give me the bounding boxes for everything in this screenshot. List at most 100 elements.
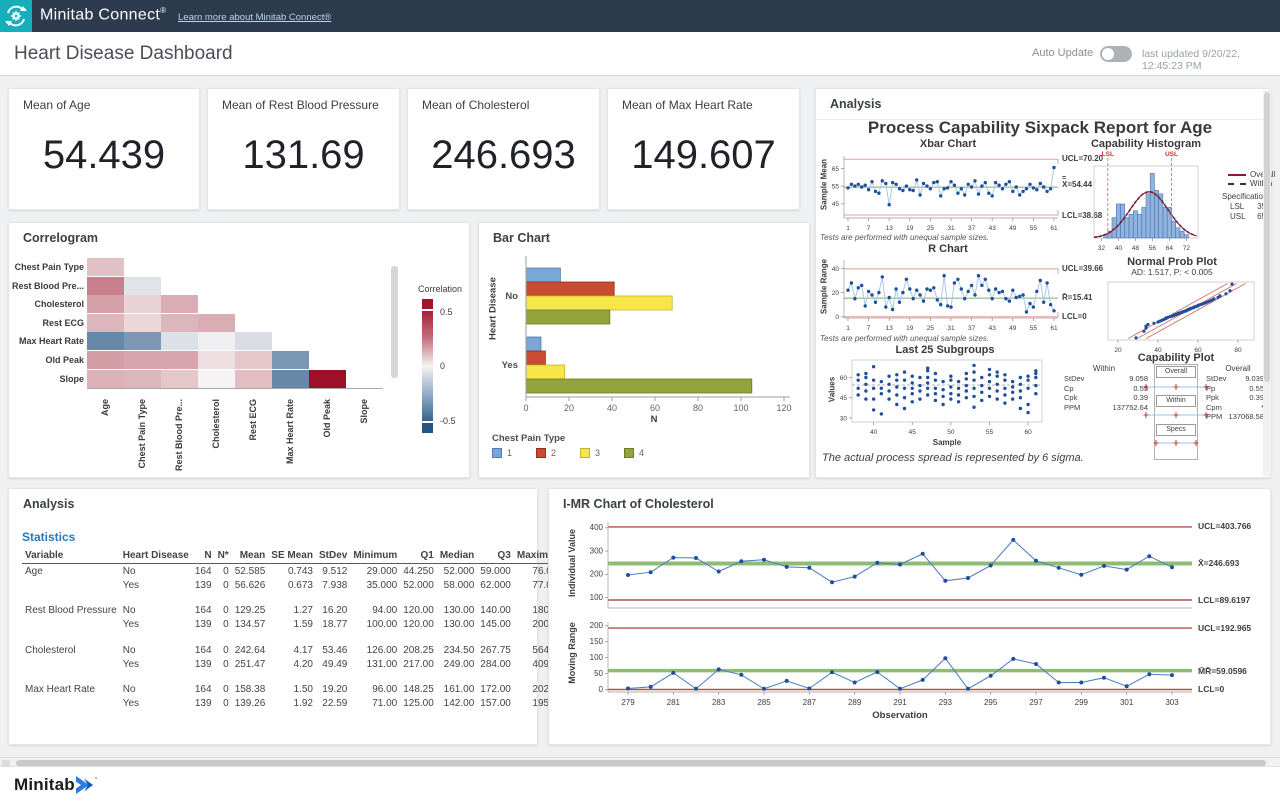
column-header: StDev	[316, 548, 350, 564]
svg-text:7: 7	[867, 325, 871, 332]
correlogram-scrollbar-thumb[interactable]	[391, 266, 398, 378]
last25-chart: 3045604045505560	[824, 354, 1062, 446]
kpi-card-cholesterol: Mean of Cholesterol 246.693	[407, 88, 600, 210]
table-cell: 234.50	[437, 632, 477, 658]
legend-item[interactable]: 1	[492, 448, 512, 458]
sixpack-scrollbar-track[interactable]	[1263, 90, 1271, 476]
table-cell: 94.00	[350, 592, 400, 618]
last25-xlabel: Sample	[847, 438, 1047, 447]
table-cell: Yes	[120, 578, 192, 592]
heatmap-cell	[124, 370, 161, 388]
heatmap-row-label: Rest Blood Pre...	[2, 281, 84, 291]
mr-ucl-label: UCL=192.965	[1198, 623, 1251, 633]
xbar-chart: 45556517131925313743495561	[818, 148, 1070, 238]
table-cell: 59.000	[477, 564, 514, 579]
svg-text:1: 1	[846, 325, 850, 332]
svg-text:25: 25	[927, 225, 935, 232]
table-row: Max Heart RateNo1640158.381.5019.2096.00…	[22, 671, 566, 697]
column-header: Variable	[22, 548, 120, 564]
svg-text:289: 289	[848, 698, 862, 707]
svg-text:40: 40	[870, 429, 878, 436]
minitab-connect-logo[interactable]	[0, 0, 32, 32]
ind-center-label: X̄=246.693	[1198, 558, 1239, 568]
svg-text:283: 283	[712, 698, 726, 707]
table-cell: 134.57	[232, 618, 269, 632]
scrollbar-left-arrow[interactable]	[2, 760, 10, 766]
svg-text:55: 55	[1030, 225, 1038, 232]
heatmap-cell	[161, 332, 198, 350]
svg-text:60: 60	[1024, 429, 1032, 436]
table-cell: 1.27	[268, 592, 316, 618]
panel-title: Correlogram	[23, 231, 98, 245]
heatmap-axis	[87, 388, 383, 389]
horizontal-scrollbar-thumb[interactable]	[16, 760, 1266, 766]
svg-text:293: 293	[939, 698, 953, 707]
svg-text:19: 19	[906, 325, 914, 332]
svg-text:49: 49	[1009, 225, 1017, 232]
panel-title: Bar Chart	[493, 231, 550, 245]
svg-text:50: 50	[594, 669, 603, 678]
legend-item[interactable]: 4	[624, 448, 644, 458]
table-cell: 1.92	[268, 697, 316, 711]
panel-title: Analysis	[23, 497, 74, 511]
statistics-heading: Statistics	[22, 530, 75, 544]
svg-text:48: 48	[1132, 245, 1140, 252]
svg-text:40: 40	[607, 403, 617, 413]
heatmap-row-label: Chest Pain Type	[2, 262, 84, 272]
heatmap-cell	[124, 332, 161, 350]
table-cell: 52.000	[437, 564, 477, 579]
table-cell: Cholesterol	[22, 632, 120, 658]
svg-text:120: 120	[776, 403, 791, 413]
table-cell: 7.938	[316, 578, 350, 592]
legend-swatch	[492, 448, 502, 458]
horizontal-scrollbar-track[interactable]	[0, 757, 1280, 766]
table-cell: 131.00	[350, 657, 400, 671]
table-cell: 100.00	[350, 618, 400, 632]
table-cell: 139	[192, 697, 215, 711]
svg-text:31: 31	[947, 325, 955, 332]
legend-swatch	[580, 448, 590, 458]
table-cell: 242.64	[232, 632, 269, 658]
svg-text:0: 0	[599, 685, 604, 694]
table-cell: 130.00	[437, 592, 477, 618]
auto-update-toggle[interactable]	[1100, 46, 1132, 62]
bar-legend: 1 2 3 4	[492, 448, 644, 458]
spec-row: USL65	[1230, 212, 1266, 222]
svg-text:56: 56	[1149, 245, 1157, 252]
kpi-card-rest-bp: Mean of Rest Blood Pressure 131.69	[207, 88, 400, 210]
r-note: Tests are performed with unequal sample …	[820, 334, 989, 343]
correlation-legend-title: Correlation	[418, 284, 462, 294]
table-cell: 139	[192, 618, 215, 632]
table-cell: 0	[215, 632, 232, 658]
svg-text:64: 64	[1166, 245, 1174, 252]
table-cell: 139	[192, 657, 215, 671]
svg-text:55: 55	[1030, 325, 1038, 332]
footer-brand-text: Minitab	[14, 775, 75, 795]
table-row: Yes139056.6260.6737.93835.00052.00058.00…	[22, 578, 566, 592]
table-cell: 0	[215, 618, 232, 632]
svg-text:20: 20	[564, 403, 574, 413]
dashboard: Minitab Connect® Learn more about Minita…	[0, 0, 1280, 802]
svg-text:200: 200	[590, 621, 604, 630]
table-row: Rest Blood PressureNo1640129.251.2716.20…	[22, 592, 566, 618]
legend-label: 4	[639, 448, 644, 458]
sixpack-scrollbar-thumb[interactable]	[1264, 92, 1270, 382]
heatmap-row-label: Old Peak	[2, 355, 84, 365]
bar-legend-title: Chest Pain Type	[492, 433, 565, 444]
table-cell: 71.00	[350, 697, 400, 711]
table-cell: 52.585	[232, 564, 269, 579]
legend-item[interactable]: 2	[536, 448, 556, 458]
learn-more-link[interactable]: Learn more about Minitab Connect®	[178, 12, 331, 23]
svg-text:200: 200	[590, 570, 604, 579]
column-header: Q1	[400, 548, 437, 564]
table-cell: 56.626	[232, 578, 269, 592]
heatmap-cell	[235, 351, 272, 369]
svg-text:100: 100	[590, 593, 604, 602]
heatmap-col-label: Slope	[359, 399, 371, 485]
colorbar-bottom-cap	[422, 423, 433, 433]
table-cell: 157.00	[477, 697, 514, 711]
table-cell: No	[120, 671, 192, 697]
table-cell: 129.25	[232, 592, 269, 618]
table-cell: 1.50	[268, 671, 316, 697]
legend-item[interactable]: 3	[580, 448, 600, 458]
